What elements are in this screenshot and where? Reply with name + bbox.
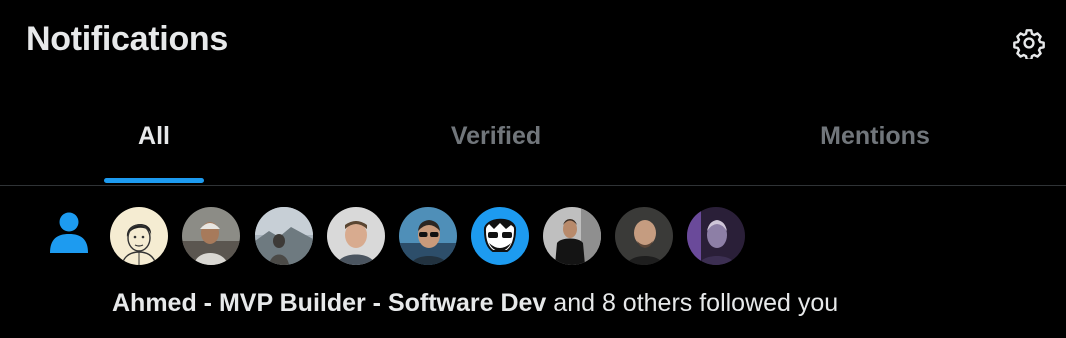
avatar-7[interactable]	[543, 207, 601, 265]
tab-mentions[interactable]: Mentions	[684, 96, 1066, 185]
avatar-2[interactable]	[182, 207, 240, 265]
follow-notification[interactable]: Ahmed - MVP Builder - Software Dev and 8…	[0, 187, 1066, 338]
header: Notifications	[0, 0, 1066, 84]
tab-verified-label: Verified	[450, 122, 542, 150]
settings-button[interactable]	[1010, 24, 1048, 62]
page-title: Notifications	[26, 20, 228, 58]
gear-icon	[1013, 29, 1045, 59]
tab-mentions-label: Mentions	[820, 122, 930, 150]
avatar-8[interactable]	[615, 207, 673, 265]
avatar-6[interactable]	[471, 207, 529, 265]
notification-tabs: All Verified Mentions	[0, 96, 1066, 186]
avatar-9[interactable]	[687, 207, 745, 265]
person-icon	[50, 212, 88, 253]
notification-text: Ahmed - MVP Builder - Software Dev and 8…	[112, 289, 838, 318]
tab-all[interactable]: All	[0, 96, 308, 185]
tab-all-label: All	[138, 122, 170, 150]
avatar-3[interactable]	[255, 207, 313, 265]
action-text: and 8 others followed you	[546, 289, 839, 317]
avatar-1[interactable]	[110, 207, 168, 265]
active-tab-indicator	[104, 178, 204, 183]
avatar-5[interactable]	[399, 207, 457, 265]
tab-verified[interactable]: Verified	[308, 96, 684, 185]
actor-name[interactable]: Ahmed - MVP Builder - Software Dev	[112, 289, 546, 317]
avatar-4[interactable]	[327, 207, 385, 265]
